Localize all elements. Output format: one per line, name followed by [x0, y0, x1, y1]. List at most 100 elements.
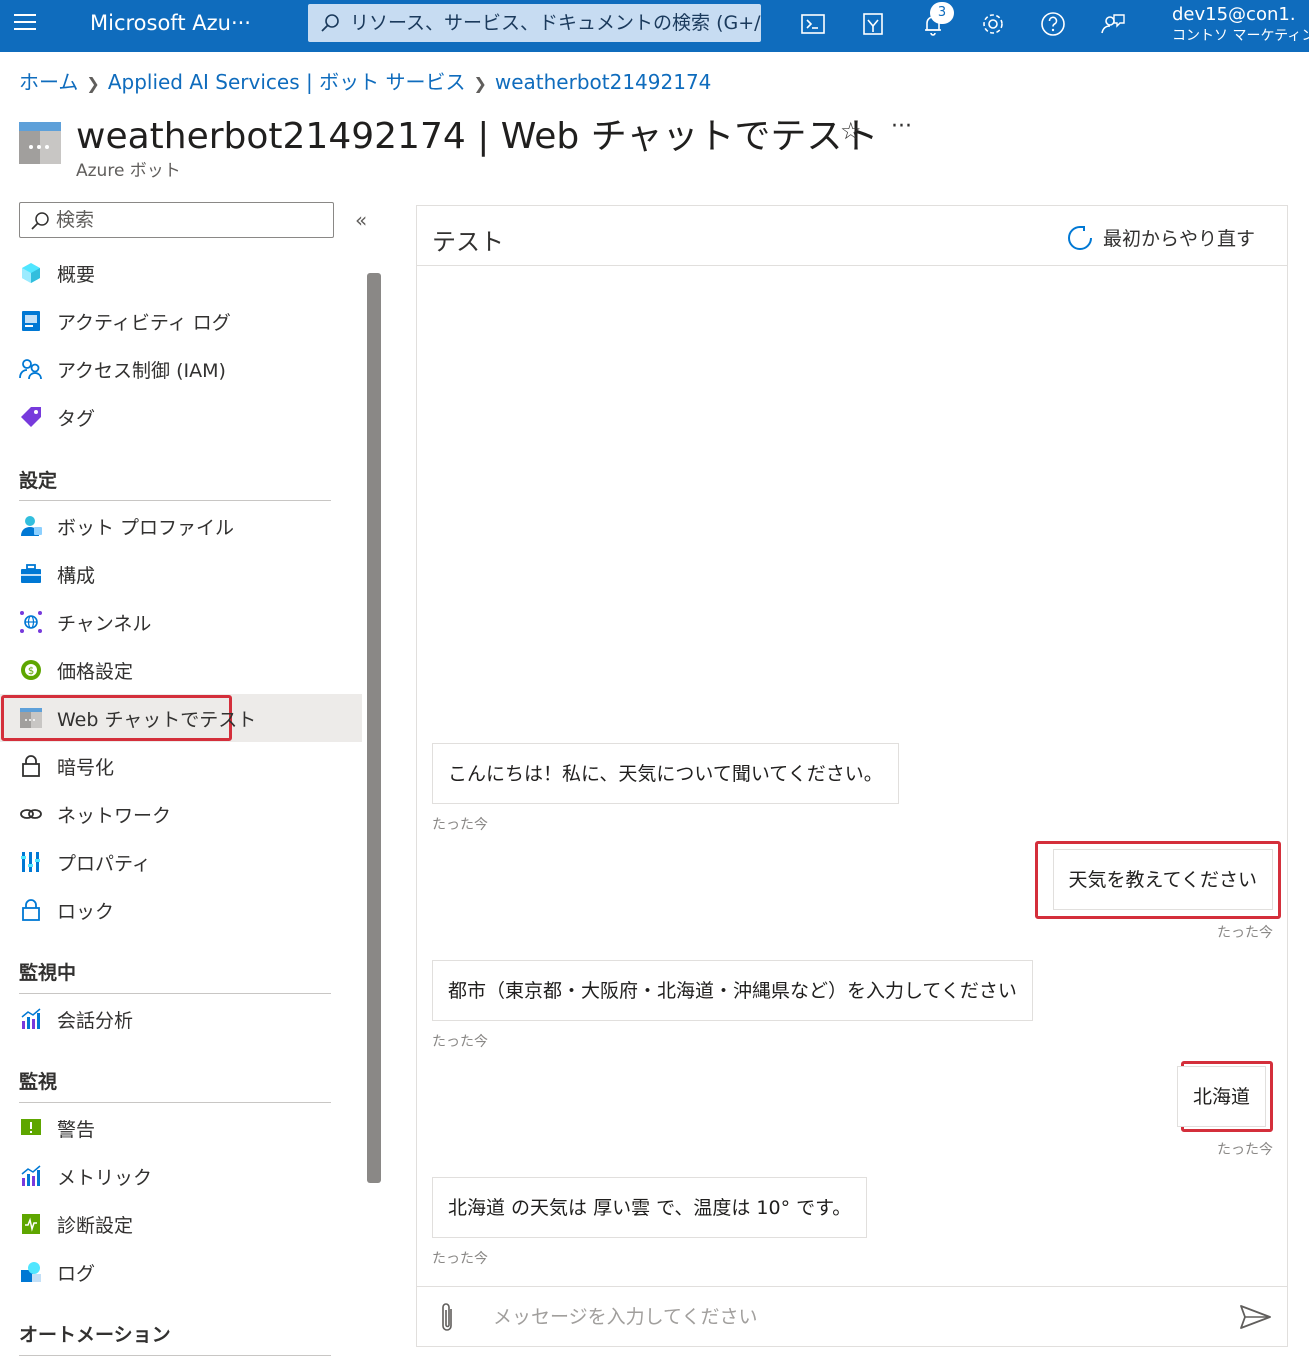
webchat-resource-icon [19, 122, 61, 164]
global-search-placeholder: リソース、サービス、ドキュメントの検索 (G+/) [350, 12, 761, 34]
activity-log-icon [22, 311, 40, 331]
sidebar-scrollbar[interactable] [367, 273, 381, 1183]
section-monitoring-active-heading: 監視中 [19, 962, 77, 984]
message-timestamp: たった今 [1217, 1142, 1273, 1158]
collapse-sidebar-icon[interactable]: « [355, 208, 367, 232]
sidebar-item-test-webchat[interactable]: Web チャットでテスト [0, 694, 362, 742]
sidebar-item-label: ログ [57, 1263, 96, 1285]
cube-icon [22, 263, 40, 283]
search-icon [321, 14, 339, 32]
sidebar-item-conversation-analytics[interactable]: 会話分析 [0, 995, 362, 1043]
menu-icon[interactable] [14, 14, 36, 34]
breadcrumb: ホーム ❯ Applied AI Services | ボット サービス ❯ weath… [19, 66, 711, 95]
portal-brand[interactable]: Microsoft Azu··· [90, 11, 251, 35]
sidebar-item-channels[interactable]: チャンネル [0, 598, 362, 646]
lock-icon [22, 899, 40, 921]
bot-profile-icon [21, 516, 42, 536]
message-input[interactable] [493, 1299, 1213, 1335]
user-name: dev15@con1. [1172, 4, 1296, 25]
svg-text:$: $ [28, 666, 34, 677]
sidebar-item-label: アクティビティ ログ [57, 312, 231, 334]
webchat-header: テスト 最初からやり直す [417, 206, 1287, 266]
sidebar-item-pricing[interactable]: $ 価格設定 [0, 646, 362, 694]
lock-icon [22, 755, 40, 777]
cloud-shell-icon[interactable] [799, 10, 827, 38]
resource-type-subtitle: Azure ボット [76, 161, 181, 181]
favorite-star-icon[interactable]: ☆ [840, 117, 862, 145]
sidebar-item-logs[interactable]: ログ [0, 1248, 362, 1296]
send-icon[interactable] [1239, 1303, 1273, 1331]
sidebar-item-encryption[interactable]: 暗号化 [0, 742, 362, 790]
bot-message: 都市（東京都・大阪府・北海道・沖縄県など）を入力してください [432, 960, 1033, 1021]
sidebar-item-label: 診断設定 [57, 1215, 134, 1237]
section-automation-heading: オートメーション [19, 1324, 171, 1346]
global-search-input[interactable]: リソース、サービス、ドキュメントの検索 (G+/) [308, 4, 761, 42]
feedback-icon[interactable] [1099, 10, 1127, 38]
user-message: 北海道 [1176, 1066, 1266, 1127]
sidebar-item-metrics[interactable]: メトリック [0, 1152, 362, 1200]
chevron-right-icon: ❯ [86, 74, 100, 93]
diagnostics-icon [22, 1214, 40, 1234]
message-timestamp: たった今 [432, 1251, 488, 1267]
breadcrumb-resource[interactable]: weatherbot21492174 [495, 70, 712, 94]
section-divider [19, 993, 331, 994]
sidebar-item-configuration[interactable]: 構成 [0, 550, 362, 598]
sidebar-item-diagnostic-settings[interactable]: 診断設定 [0, 1200, 362, 1248]
sidebar-item-label: 概要 [57, 264, 96, 286]
toolbox-icon [21, 564, 41, 583]
people-icon [19, 359, 42, 380]
page-title: weatherbot21492174 | Web チャットでテスト [76, 116, 879, 157]
webchat-icon [20, 708, 42, 728]
sidebar-item-label: 暗号化 [57, 757, 115, 779]
sidebar-item-properties[interactable]: プロパティ [0, 838, 362, 886]
user-message: 天気を教えてください [1052, 849, 1273, 910]
network-globe-icon [20, 611, 42, 633]
sidebar-item-activity-log[interactable]: アクティビティ ログ [0, 297, 362, 345]
webchat-title: テスト [432, 228, 504, 256]
sidebar-item-label: チャンネル [57, 613, 152, 635]
message-timestamp: たった今 [432, 1034, 488, 1050]
tag-icon [21, 407, 41, 427]
pricing-icon: $ [21, 660, 41, 680]
notification-count-badge: 3 [930, 2, 954, 24]
sidebar-item-alerts[interactable]: 警告 [0, 1104, 362, 1152]
logs-icon [21, 1262, 41, 1282]
bot-message: 北海道 の天気は 厚い雲 で、温度は 10° です。 [432, 1177, 868, 1238]
breadcrumb-applied-ai[interactable]: Applied AI Services | ボット サービス [108, 70, 466, 94]
attachment-paperclip-icon[interactable] [437, 1301, 457, 1335]
account-menu[interactable]: dev15@con1. コントソ マーケティング [1172, 4, 1309, 46]
top-bar: Microsoft Azu··· リソース、サービス、ドキュメントの検索 (G+… [0, 0, 1309, 52]
sidebar-item-access-control[interactable]: アクセス制御 (IAM) [0, 345, 362, 393]
sidebar-item-bot-profile[interactable]: ボット プロファイル [0, 502, 362, 550]
breadcrumb-home[interactable]: ホーム [19, 70, 78, 94]
sidebar-item-label: 警告 [57, 1119, 96, 1141]
section-divider [19, 500, 331, 501]
sidebar-item-label: 構成 [57, 565, 96, 587]
sidebar-item-locks[interactable]: ロック [0, 886, 362, 934]
more-options-icon[interactable]: ··· [891, 114, 912, 139]
restart-label: 最初からやり直す [1103, 228, 1256, 250]
help-icon[interactable] [1039, 10, 1067, 38]
sidebar-search-input[interactable]: 検索 [19, 202, 334, 238]
sidebar-item-networking[interactable]: ネットワーク [0, 790, 362, 838]
link-icon [20, 809, 42, 819]
metrics-icon [21, 1165, 41, 1186]
sidebar-item-label: ネットワーク [57, 805, 172, 827]
sidebar-item-label: Web チャットでテスト [57, 709, 257, 731]
bot-message: こんにちは！私に、天気について聞いてください。 [432, 743, 899, 804]
webchat-panel: テスト 最初からやり直す こんにちは！私に、天気について聞いてください。 たった… [416, 205, 1288, 1347]
sidebar-item-tags[interactable]: タグ [0, 393, 362, 441]
sidebar-item-label: メトリック [57, 1167, 153, 1189]
sidebar-item-label: プロパティ [57, 853, 151, 875]
sidebar-item-label: ロック [57, 901, 115, 923]
section-divider [19, 1355, 331, 1356]
message-timestamp: たった今 [1217, 925, 1273, 941]
section-settings-heading: 設定 [19, 470, 58, 492]
chevron-right-icon: ❯ [473, 74, 487, 93]
user-directory: コントソ マーケティング [1172, 28, 1309, 44]
chart-icon [21, 1008, 41, 1029]
sidebar-item-label: アクセス制御 (IAM) [57, 360, 226, 382]
settings-gear-icon[interactable] [979, 10, 1007, 38]
sidebar-item-overview[interactable]: 概要 [0, 249, 362, 297]
directory-filter-icon[interactable] [859, 10, 887, 38]
